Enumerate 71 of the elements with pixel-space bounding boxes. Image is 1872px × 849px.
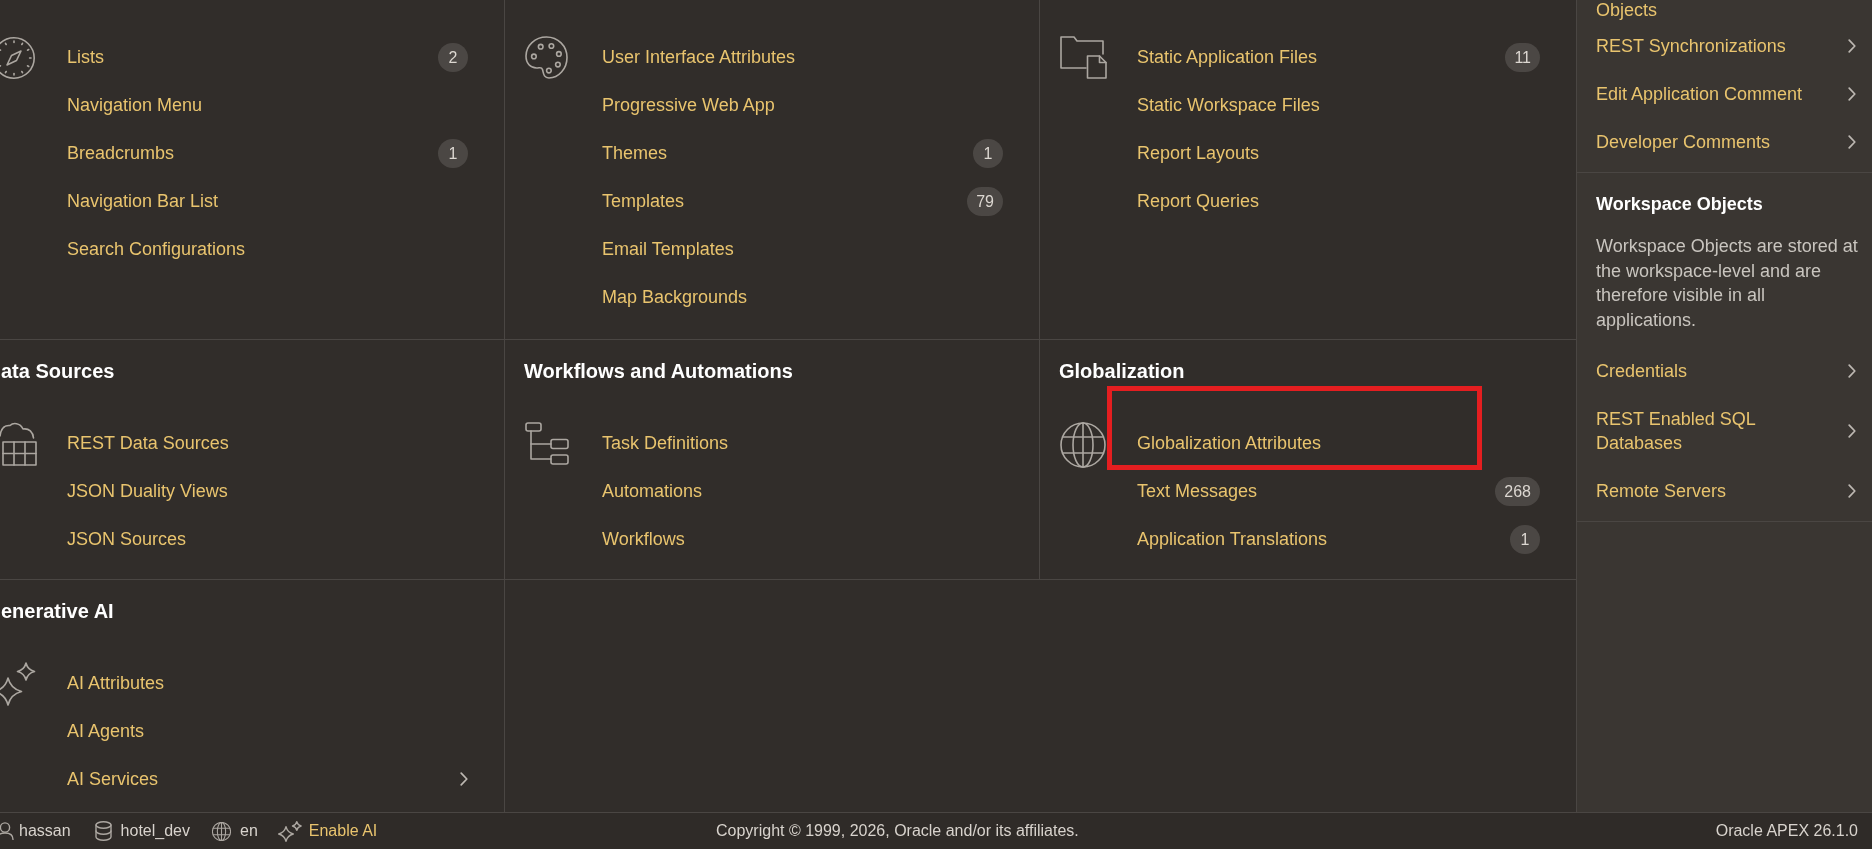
count-badge: 268 (1495, 476, 1540, 506)
count-badge: 11 (1505, 42, 1540, 72)
cloud-table-icon (0, 422, 37, 466)
nav-link[interactable]: Themes (602, 141, 668, 165)
section-heading: enerative AI (1, 599, 114, 623)
nav-link[interactable]: Navigation Menu (67, 93, 203, 117)
folder-file-icon (1060, 36, 1107, 79)
language-menu-button[interactable]: en (212, 821, 258, 841)
nav-link[interactable]: Lists (67, 45, 104, 69)
nav-link[interactable]: Text Messages (1137, 479, 1258, 503)
user-menu-button[interactable]: hassan (0, 821, 71, 841)
nav-link[interactable]: Application Translations (1137, 527, 1328, 551)
sparkles-icon (0, 662, 36, 706)
sidebar-link[interactable]: Objects (1596, 0, 1658, 22)
count-badge: 1 (973, 138, 1003, 168)
nav-link[interactable]: Map Backgrounds (602, 285, 748, 309)
nav-link[interactable]: Static Application Files (1137, 45, 1318, 69)
sidebar-description: Workspace Objects are stored at the workspace-level and are therefore visible in all applications. (1596, 235, 1859, 332)
globe-icon (212, 821, 231, 841)
task-tree-icon (525, 422, 569, 466)
nav-link[interactable]: AI Services (67, 767, 159, 791)
chevron-right-icon (460, 772, 468, 786)
sidebar-link[interactable]: Remote Servers (1596, 467, 1856, 515)
version-text: Oracle APEX 26.1.0 (1715, 821, 1858, 841)
nav-link[interactable]: Automations (602, 479, 703, 503)
section-heading: ata Sources (1, 359, 115, 383)
count-badge: 1 (1510, 524, 1540, 554)
nav-link[interactable]: Task Definitions (602, 431, 729, 455)
database-icon (94, 821, 112, 841)
copyright-text: Copyright © 1999, 2026, Oracle and/or its affiliates. (716, 821, 1079, 841)
chevron-right-icon (1848, 424, 1856, 438)
sparkles-icon (277, 820, 302, 842)
sidebar-heading: Workspace Objects (1596, 193, 1763, 216)
nav-link[interactable]: Workflows (602, 527, 685, 551)
chevron-right-icon (1848, 364, 1856, 378)
sidebar-link[interactable]: REST Enabled SQL Databases (1596, 395, 1856, 467)
globe-icon (1060, 422, 1106, 468)
count-badge: 1 (438, 138, 468, 168)
nav-link[interactable]: Progressive Web App (602, 93, 775, 117)
nav-link[interactable]: REST Data Sources (67, 431, 229, 455)
enable-ai-link[interactable]: Enable AI (277, 820, 378, 842)
nav-link[interactable]: Search Configurations (67, 237, 246, 261)
user-icon (0, 822, 14, 840)
nav-link[interactable]: AI Agents (67, 719, 145, 743)
nav-link[interactable]: JSON Duality Views (67, 479, 228, 503)
sidebar-link[interactable]: REST Synchronizations (1596, 22, 1856, 70)
sidebar-link[interactable]: Edit Application Comment (1596, 70, 1856, 118)
sidebar-link[interactable]: Credentials (1596, 347, 1856, 395)
nav-link[interactable]: AI Attributes (67, 671, 165, 695)
count-badge: 2 (438, 42, 468, 72)
chevron-right-icon (1848, 484, 1856, 498)
count-badge: 79 (967, 186, 1003, 216)
sidebar-link[interactable]: Developer Comments (1596, 118, 1856, 166)
section-heading: Workflows and Automations (524, 359, 793, 383)
compass-icon (0, 36, 35, 80)
nav-link[interactable]: Report Queries (1137, 189, 1260, 213)
nav-link[interactable]: User Interface Attributes (602, 45, 796, 69)
nav-link[interactable]: Email Templates (602, 237, 734, 261)
nav-link[interactable]: Globalization Attributes (1137, 431, 1322, 455)
nav-link[interactable]: JSON Sources (67, 527, 187, 551)
nav-link[interactable]: Navigation Bar List (67, 189, 219, 213)
chevron-right-icon (1848, 87, 1856, 101)
nav-link[interactable]: Breadcrumbs (67, 141, 175, 165)
workspace-menu-button[interactable]: hotel_dev (94, 821, 190, 841)
chevron-right-icon (1848, 39, 1856, 53)
section-heading: Globalization (1059, 359, 1185, 383)
palette-icon (525, 36, 568, 79)
nav-link[interactable]: Static Workspace Files (1137, 93, 1320, 117)
chevron-right-icon (1848, 135, 1856, 149)
nav-link[interactable]: Report Layouts (1137, 141, 1260, 165)
nav-link[interactable]: Templates (602, 189, 685, 213)
